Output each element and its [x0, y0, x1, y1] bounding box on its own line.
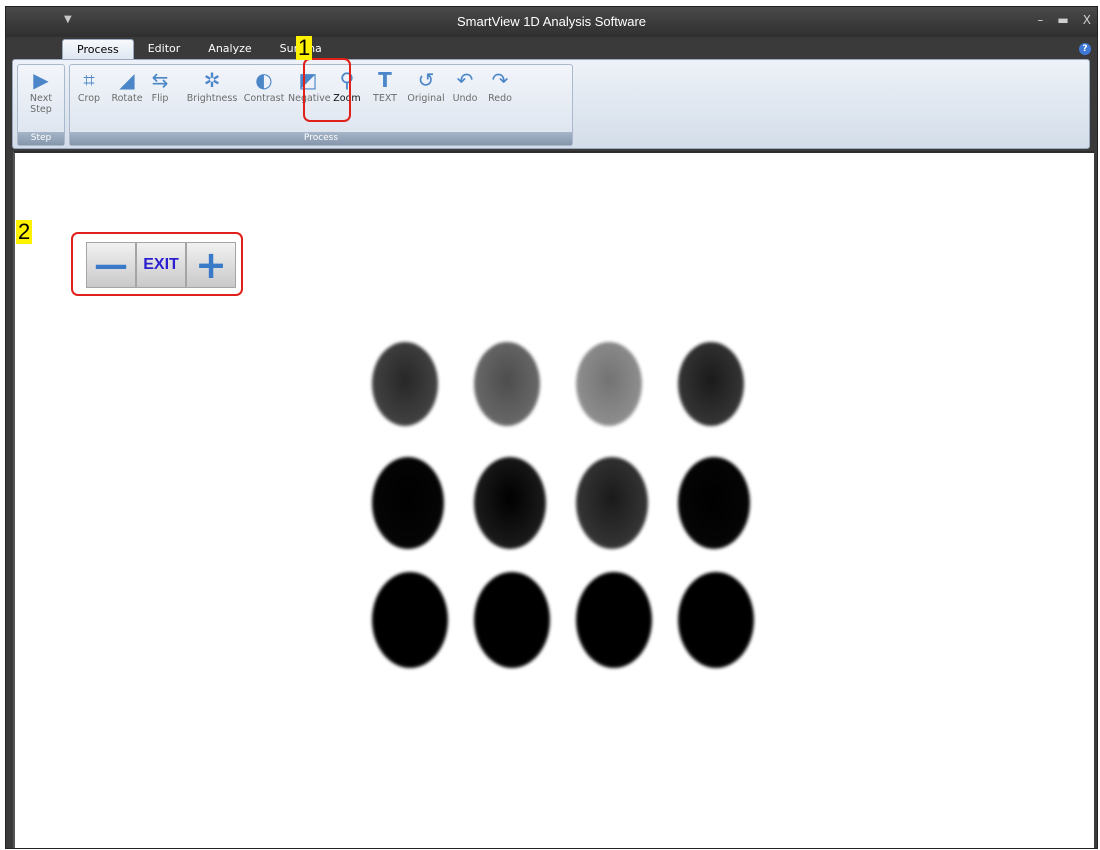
- tab-editor[interactable]: Editor: [134, 39, 195, 59]
- ribbon-group-step: ▶ Next Step Step: [17, 64, 65, 146]
- brightness-button[interactable]: ✲ Brightness: [184, 67, 240, 104]
- blot-dot: [576, 572, 652, 668]
- original-button[interactable]: ↺ Original: [404, 67, 448, 104]
- crop-icon: ⌗: [83, 68, 95, 92]
- text-icon: T: [378, 68, 392, 92]
- text-button[interactable]: T TEXT: [368, 67, 402, 104]
- annotation-marker-2: 2: [16, 219, 33, 244]
- next-step-button[interactable]: ▶ Next Step: [24, 67, 58, 115]
- blot-dot: [474, 457, 546, 549]
- ribbon: ▶ Next Step Step ⌗ Crop ◢ Rotate ⇆ Flip …: [12, 59, 1090, 149]
- ribbon-group-label: Step: [18, 132, 64, 145]
- ribbon-tabs: Process Editor Analyze Summa: [62, 39, 336, 60]
- contrast-button[interactable]: ◐ Contrast: [242, 67, 286, 104]
- rotate-button[interactable]: ◢ Rotate: [110, 67, 144, 104]
- window-controls: – ▬ X: [1037, 13, 1091, 27]
- negative-highlight: [303, 58, 351, 122]
- help-icon[interactable]: ?: [1079, 43, 1091, 55]
- redo-icon: ↷: [491, 68, 509, 92]
- blot-dot: [372, 572, 448, 668]
- blot-dot: [678, 572, 754, 668]
- undo-button[interactable]: ↶ Undo: [450, 67, 480, 104]
- blot-dot: [576, 342, 642, 426]
- blot-dot: [372, 342, 438, 426]
- blot-dot: [474, 342, 540, 426]
- flip-icon: ⇆: [151, 68, 169, 92]
- blot-dot: [372, 457, 444, 549]
- ribbon-group-label: Process: [70, 132, 572, 145]
- tab-process[interactable]: Process: [62, 39, 134, 60]
- blot-dot: [474, 572, 550, 668]
- blot-dot: [678, 342, 744, 426]
- blot-dot: [576, 457, 648, 549]
- flip-button[interactable]: ⇆ Flip: [146, 67, 174, 104]
- annotation-marker-1: 1: [296, 35, 313, 60]
- original-icon: ↺: [417, 68, 435, 92]
- zoom-toolbar-highlight: [71, 232, 243, 296]
- redo-button[interactable]: ↷ Redo: [484, 67, 516, 104]
- contrast-icon: ◐: [255, 68, 273, 92]
- title-bar: ▼ SmartView 1D Analysis Software – ▬ X: [6, 7, 1097, 37]
- play-icon: ▶: [33, 68, 49, 92]
- maximize-button[interactable]: ▬: [1057, 13, 1068, 27]
- undo-icon: ↶: [456, 68, 474, 92]
- app-window: ▼ SmartView 1D Analysis Software – ▬ X ?…: [5, 6, 1098, 849]
- minimize-button[interactable]: –: [1037, 13, 1043, 27]
- crop-button[interactable]: ⌗ Crop: [72, 67, 106, 104]
- blot-dot: [678, 457, 750, 549]
- close-button[interactable]: X: [1083, 13, 1091, 27]
- brightness-icon: ✲: [203, 68, 221, 92]
- tab-analyze[interactable]: Analyze: [194, 39, 265, 59]
- window-title: SmartView 1D Analysis Software: [456, 14, 647, 29]
- rotate-icon: ◢: [119, 68, 135, 92]
